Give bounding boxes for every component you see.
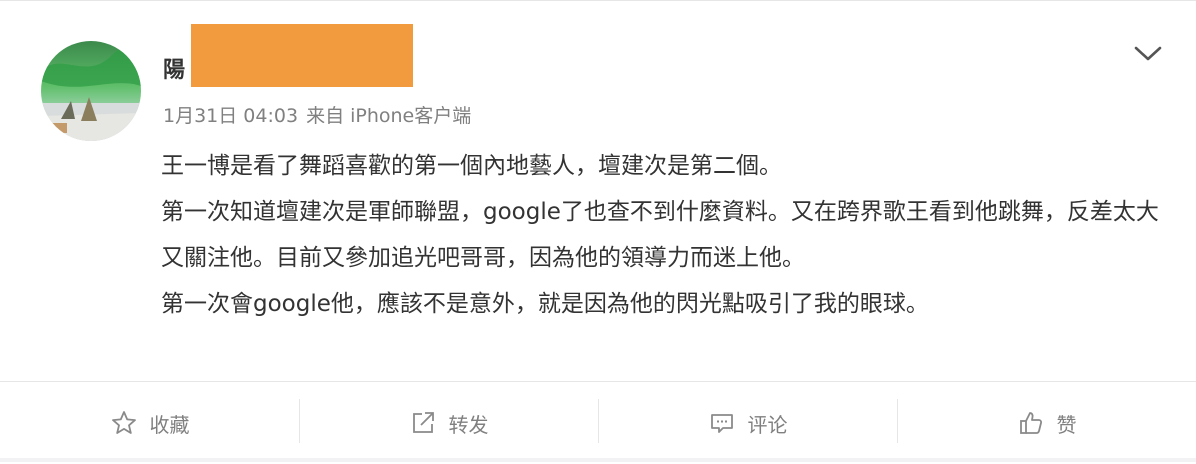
comment-icon <box>708 409 736 437</box>
author-row: 陽 <box>163 53 185 89</box>
repost-button[interactable]: 转发 <box>299 382 598 464</box>
chevron-down-icon[interactable] <box>1132 41 1164 65</box>
favorite-label: 收藏 <box>149 412 190 437</box>
post-paragraph: 第一次會google他，應該不是意外，就是因為他的閃光點吸引了我的眼球。 <box>161 291 929 317</box>
share-icon <box>409 409 437 437</box>
avatar-image <box>41 41 141 141</box>
comment-label: 评论 <box>747 412 788 437</box>
author-name[interactable]: 陽 <box>163 53 185 89</box>
action-bar: 收藏 转发 评论 赞 <box>0 381 1196 464</box>
post-meta: 1月31日 04:03 来自 iPhone客户端 <box>163 102 471 130</box>
post-paragraph: 第一次知道壇建次是軍師聯盟，google了也查不到什麼資料。又在跨界歌王看到他跳… <box>161 199 1159 271</box>
star-icon <box>110 409 138 437</box>
bottom-divider <box>0 458 1196 462</box>
redaction-box <box>191 24 413 87</box>
post-content: 王一博是看了舞蹈喜歡的第一個內地藝人，壇建次是第二個。 第一次知道壇建次是軍師聯… <box>161 143 1161 327</box>
post-timestamp[interactable]: 1月31日 04:03 <box>163 105 298 127</box>
repost-label: 转发 <box>448 412 489 437</box>
post-paragraph: 王一博是看了舞蹈喜歡的第一個內地藝人，壇建次是第二個。 <box>161 153 782 179</box>
weibo-post-card: 陽 1月31日 04:03 来自 iPhone客户端 王一博是看了舞蹈喜歡的第一個內… <box>0 0 1196 464</box>
avatar[interactable] <box>41 41 141 141</box>
comment-button[interactable]: 评论 <box>598 382 897 464</box>
thumbs-up-icon <box>1017 409 1045 437</box>
source-device: iPhone客户端 <box>350 105 472 127</box>
source-prefix: 来自 <box>306 105 345 127</box>
like-button[interactable]: 赞 <box>897 382 1196 464</box>
like-label: 赞 <box>1056 412 1077 437</box>
favorite-button[interactable]: 收藏 <box>0 382 299 464</box>
